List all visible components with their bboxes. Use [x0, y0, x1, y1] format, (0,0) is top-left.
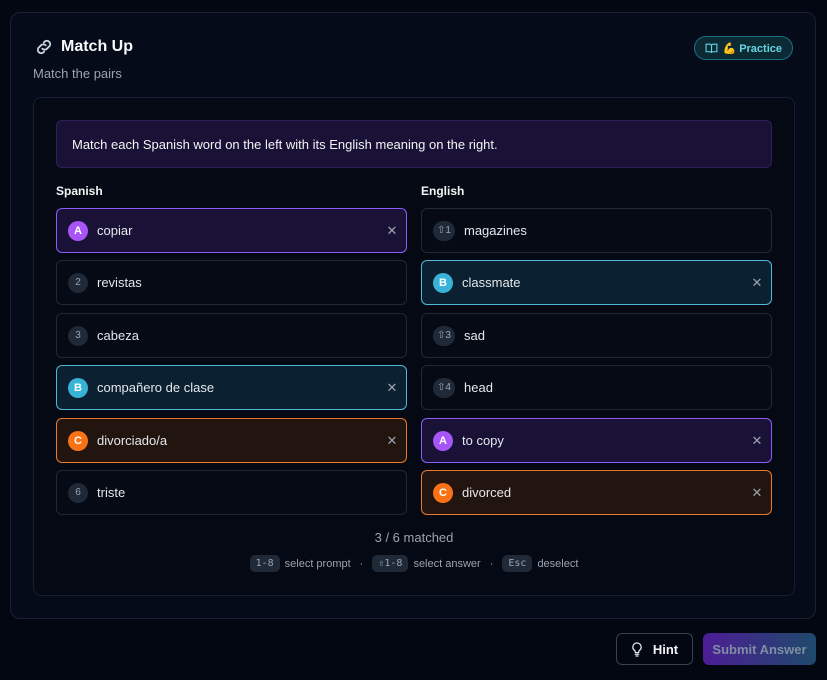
- prompt-item-2[interactable]: 2 revistas: [56, 260, 407, 305]
- match-marker: B: [433, 272, 453, 293]
- prompt-label: divorciado/a: [97, 433, 168, 448]
- link-icon: [36, 39, 52, 55]
- prompt-item-1[interactable]: A copiar ✕: [56, 208, 407, 253]
- answer-label: classmate: [462, 275, 521, 290]
- prompt-label: revistas: [97, 275, 142, 290]
- prompt-label: triste: [97, 485, 126, 500]
- page-title: Match Up: [33, 37, 133, 57]
- prompt-label: cabeza: [97, 328, 139, 343]
- match-marker: C: [433, 482, 453, 503]
- instruction-box: Match each Spanish word on the left with…: [56, 120, 772, 168]
- page-subtitle: Match the pairs: [33, 66, 122, 81]
- shortcut-key: ⇧1-8: [372, 555, 409, 572]
- close-icon[interactable]: ✕: [378, 380, 406, 396]
- answer-item-6[interactable]: C divorced ✕: [421, 470, 772, 515]
- match-status: 3 / 6 matched: [374, 530, 454, 545]
- right-column-heading: English: [421, 184, 465, 198]
- close-icon[interactable]: ✕: [743, 433, 771, 449]
- match-up-card: Match Up Match the pairs 💪 Practice Matc…: [10, 12, 816, 619]
- match-marker: C: [68, 430, 88, 451]
- prompt-label: copiar: [97, 223, 133, 238]
- close-icon[interactable]: ✕: [378, 433, 406, 449]
- submit-answer-button[interactable]: Submit Answer: [703, 633, 816, 665]
- shortcut-marker: ⇧4: [433, 377, 455, 398]
- shortcut-key: Esc: [502, 555, 533, 572]
- answer-item-5[interactable]: A to copy ✕: [421, 418, 772, 463]
- title-text: Match Up: [61, 38, 133, 55]
- answer-label: magazines: [464, 223, 527, 238]
- separator: ·: [359, 557, 364, 570]
- answer-label: sad: [464, 328, 485, 343]
- practice-badge: 💪 Practice: [694, 36, 793, 60]
- separator: ·: [489, 557, 494, 570]
- number-marker: 3: [68, 325, 88, 346]
- prompt-item-5[interactable]: C divorciado/a ✕: [56, 418, 407, 463]
- prompt-label: compañero de clase: [97, 380, 215, 395]
- left-column-heading: Spanish: [56, 184, 103, 198]
- match-marker: B: [68, 377, 88, 398]
- exercise-panel: Match each Spanish word on the left with…: [33, 97, 795, 596]
- prompt-item-4[interactable]: B compañero de clase ✕: [56, 365, 407, 410]
- answer-item-4[interactable]: ⇧4 head: [421, 365, 772, 410]
- answer-label: divorced: [462, 485, 512, 500]
- keyboard-shortcuts: 1-8 select prompt · ⇧1-8 select answer ·…: [34, 555, 794, 572]
- number-marker: 6: [68, 482, 88, 503]
- hint-button[interactable]: Hint: [616, 633, 693, 665]
- shortcut-marker: ⇧1: [433, 220, 455, 241]
- prompt-item-3[interactable]: 3 cabeza: [56, 313, 407, 358]
- badge-label: 💪 Practice: [722, 42, 782, 55]
- lightbulb-icon: [632, 641, 642, 657]
- match-marker: A: [433, 430, 453, 451]
- close-icon[interactable]: ✕: [378, 223, 406, 239]
- shortcut-text: select prompt: [284, 557, 351, 570]
- book-icon: [705, 43, 718, 53]
- answer-label: to copy: [462, 433, 504, 448]
- hint-label: Hint: [652, 641, 679, 657]
- shortcut-text: deselect: [537, 557, 579, 570]
- close-icon[interactable]: ✕: [743, 275, 771, 291]
- answer-item-2[interactable]: B classmate ✕: [421, 260, 772, 305]
- shortcut-key: 1-8: [249, 555, 280, 572]
- answer-item-1[interactable]: ⇧1 magazines: [421, 208, 772, 253]
- close-icon[interactable]: ✕: [743, 485, 771, 501]
- match-marker: A: [68, 220, 88, 241]
- shortcut-text: select answer: [413, 557, 481, 570]
- prompt-item-6[interactable]: 6 triste: [56, 470, 407, 515]
- number-marker: 2: [68, 272, 88, 293]
- answer-item-3[interactable]: ⇧3 sad: [421, 313, 772, 358]
- shortcut-marker: ⇧3: [433, 325, 455, 346]
- answer-label: head: [464, 380, 493, 395]
